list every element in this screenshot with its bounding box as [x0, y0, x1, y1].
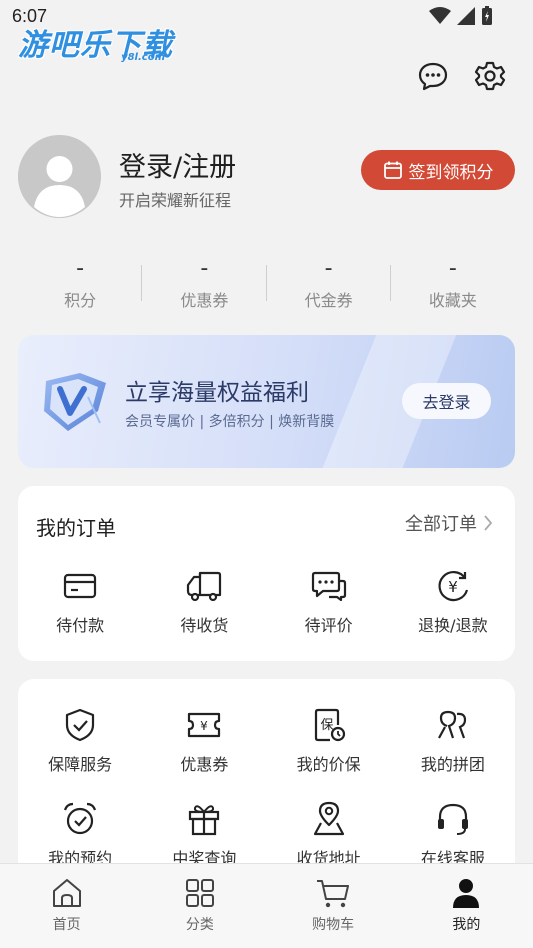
service-prize-query[interactable]: 中奖查询: [142, 801, 266, 869]
checkin-points-button[interactable]: 签到领积分: [361, 150, 515, 190]
tab-label: 首页: [52, 917, 81, 933]
all-orders-link[interactable]: 全部订单: [405, 510, 493, 536]
svg-text:保: 保: [320, 718, 333, 733]
message-button[interactable]: [417, 60, 449, 92]
service-reservation[interactable]: 我的预约: [18, 801, 142, 869]
stat-label: 收藏夹: [428, 291, 477, 310]
service-label: 我的拼团: [420, 755, 485, 774]
stat-value: -: [324, 256, 333, 281]
all-orders-label: 全部订单: [405, 514, 477, 535]
tab-label: 我的: [452, 917, 481, 933]
default-avatar-icon: [18, 135, 101, 218]
order-item-label: 待付款: [56, 616, 105, 635]
banner-subtitle: 会员专属价 | 多倍积分 | 焕新背膜: [125, 414, 335, 430]
battery-icon: [482, 6, 492, 25]
order-pending-review[interactable]: 待评价: [267, 568, 391, 636]
services-card: 保障服务 ¥ 优惠券 保 我的价保 我的拼团 我的预约 中奖查询 收货地址 在线…: [18, 679, 515, 879]
coupon-icon: ¥: [188, 712, 221, 738]
stat-favorites[interactable]: - 收藏夹: [391, 255, 515, 315]
service-label: 优惠券: [180, 755, 229, 774]
service-guarantee[interactable]: 保障服务: [18, 707, 142, 775]
tab-label: 购物车: [312, 917, 355, 933]
banner-title: 立享海量权益福利: [125, 380, 309, 406]
comment-icon: [311, 571, 346, 602]
message-icon: [418, 62, 448, 91]
alarm-icon: [64, 802, 97, 835]
tab-cart[interactable]: 购物车: [267, 864, 400, 948]
gift-icon: [189, 805, 220, 836]
stat-coupons[interactable]: - 优惠券: [142, 255, 267, 315]
settings-button[interactable]: [474, 60, 506, 92]
banner-login-button[interactable]: 去登录: [402, 383, 491, 419]
order-pending-payment[interactable]: 待付款: [18, 568, 142, 636]
order-item-label: 待收货: [180, 616, 229, 635]
orders-grid: 待付款 待收货 待评价 ¥ 退换/退款: [18, 568, 515, 636]
profile-section: 登录/注册 开启荣耀新征程 签到领积分: [18, 135, 515, 220]
grid-icon: [185, 879, 214, 907]
chevron-right-icon: [484, 515, 493, 531]
stat-vouchers[interactable]: - 代金券: [267, 255, 391, 315]
orders-card: 我的订单 全部订单 待付款 待收货 待评价 ¥ 退换/退款: [18, 486, 515, 661]
service-label: 我的价保: [296, 755, 361, 774]
services-row-1: 保障服务 ¥ 优惠券 保 我的价保 我的拼团: [18, 707, 515, 775]
stat-label: 优惠券: [180, 291, 229, 310]
cart-icon: [317, 880, 350, 908]
order-item-label: 待评价: [304, 616, 353, 635]
order-item-label: 退换/退款: [418, 616, 488, 635]
watermark-sub: y8l.com: [121, 52, 165, 63]
tab-label: 分类: [185, 917, 214, 933]
group-icon: [437, 710, 466, 739]
shield-icon: [66, 708, 95, 742]
vip-logo-icon: [44, 373, 106, 431]
signal-icon: [457, 7, 475, 25]
login-subtitle: 开启荣耀新征程: [119, 191, 232, 210]
orders-title: 我的订单: [36, 516, 116, 540]
svg-text:¥: ¥: [201, 719, 209, 733]
headset-icon: [437, 803, 468, 835]
bottom-tab-bar: 首页 分类 购物车 我的: [0, 863, 533, 948]
service-price-protect[interactable]: 保 我的价保: [267, 707, 391, 775]
order-refund[interactable]: ¥ 退换/退款: [391, 568, 515, 636]
tab-category[interactable]: 分类: [133, 864, 266, 948]
stat-label: 代金券: [304, 291, 353, 310]
truck-icon: [187, 571, 222, 602]
tab-mine[interactable]: 我的: [400, 864, 533, 948]
status-icons: [429, 6, 493, 26]
login-register-link[interactable]: 登录/注册: [119, 145, 236, 184]
home-icon: [52, 879, 81, 907]
stat-points[interactable]: - 积分: [18, 255, 143, 315]
refund-icon: ¥: [438, 571, 468, 602]
stats-row: - 积分 - 优惠券 - 代金券 - 收藏夹: [18, 255, 515, 315]
service-address[interactable]: 收货地址: [267, 801, 391, 869]
services-row-2: 我的预约 中奖查询 收货地址 在线客服: [18, 801, 515, 869]
service-customer-support[interactable]: 在线客服: [391, 801, 515, 869]
card-icon: [64, 573, 97, 599]
avatar[interactable]: [18, 135, 101, 218]
calendar-icon: [383, 161, 402, 179]
person-icon: [453, 879, 480, 908]
member-banner[interactable]: 立享海量权益福利 会员专属价 | 多倍积分 | 焕新背膜 去登录: [18, 335, 515, 468]
location-icon: [313, 801, 344, 836]
watermark-logo: 游吧乐下载 y8l.com: [18, 20, 173, 64]
stat-value: -: [200, 256, 209, 281]
checkin-label: 签到领积分: [408, 162, 494, 183]
svg-text:¥: ¥: [448, 578, 458, 596]
settings-icon: [474, 61, 506, 91]
service-label: 保障服务: [48, 755, 113, 774]
wifi-icon: [429, 7, 451, 24]
stat-value: -: [448, 256, 457, 281]
order-pending-receipt[interactable]: 待收货: [142, 568, 266, 636]
price-protect-icon: 保: [314, 708, 345, 742]
tab-home[interactable]: 首页: [0, 864, 133, 948]
stat-value: -: [76, 256, 85, 281]
stat-label: 积分: [64, 291, 97, 310]
service-coupons[interactable]: ¥ 优惠券: [142, 707, 266, 775]
service-group-buy[interactable]: 我的拼团: [391, 707, 515, 775]
